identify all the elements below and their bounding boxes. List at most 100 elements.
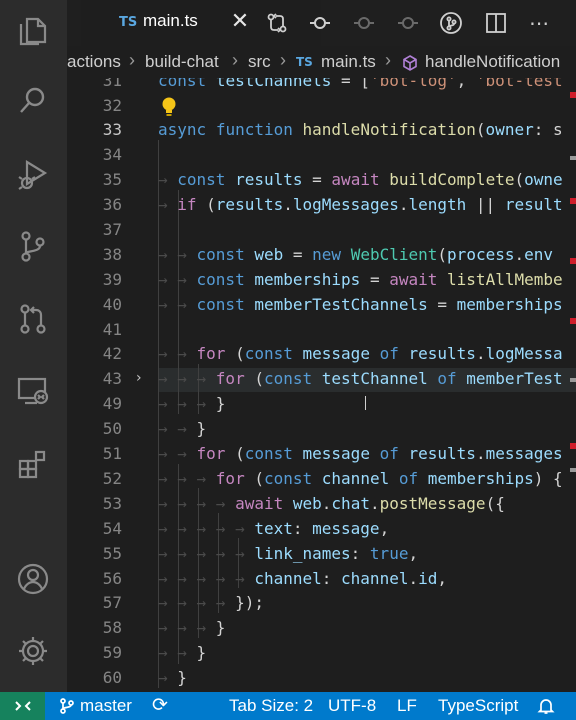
code-text: → → → → → channel: channel.id,: [158, 569, 448, 588]
code-editor[interactable]: 31 const testChannels = ['bot-log', 'bot…: [67, 78, 576, 692]
code-line: 33 async function handleNotification(own…: [67, 118, 576, 143]
line-number: 54: [102, 519, 122, 538]
code-line: 41: [67, 318, 576, 343]
line-number: 33: [102, 120, 122, 139]
line-number: 43: [102, 369, 122, 388]
line-number: 40: [102, 295, 122, 314]
compare-changes-icon[interactable]: [264, 10, 290, 36]
sync-icon[interactable]: ⟳: [152, 694, 168, 717]
code-line: 43 › → → → for (const testChannel of mem…: [67, 367, 576, 392]
scrollbar-error-marker: [570, 92, 576, 98]
editor-tab-bar: TS main.ts ✕ ⋯: [67, 0, 576, 46]
code-line: 42 → → for (const message of results.log…: [67, 342, 576, 367]
code-text: → → const web = new WebClient(process.en…: [158, 245, 554, 264]
code-line: 35 → const results = await buildComplete…: [67, 168, 576, 193]
line-number: 59: [102, 643, 122, 662]
more-actions-icon[interactable]: ⋯: [526, 10, 552, 36]
code-line: 50 → → }: [67, 417, 576, 442]
activity-bar: [0, 0, 67, 692]
run-debug-icon[interactable]: [12, 154, 54, 196]
accounts-icon[interactable]: [12, 558, 54, 600]
code-line: 32: [67, 94, 576, 119]
language-mode-indicator[interactable]: TypeScript: [438, 696, 518, 716]
tab-label: main.ts: [143, 11, 198, 30]
line-number: 36: [102, 195, 122, 214]
code-text: → }: [158, 668, 187, 687]
code-line: 59 → → }: [67, 641, 576, 666]
fold-expand-icon[interactable]: ›: [136, 370, 142, 386]
breadcrumb-item-file[interactable]: main.ts: [321, 52, 376, 72]
lightbulb-icon[interactable]: [159, 96, 179, 118]
tab-size-indicator[interactable]: Tab Size: 2: [229, 696, 313, 716]
breadcrumb-separator: ›: [280, 50, 286, 70]
line-number: 41: [102, 320, 122, 339]
breadcrumb-item-src[interactable]: src: [248, 52, 271, 72]
search-icon[interactable]: [12, 80, 54, 122]
code-text: → → → }: [158, 618, 226, 637]
split-editor-icon[interactable]: [483, 10, 509, 36]
code-text: → → }: [158, 643, 207, 662]
code-text: → const results = await buildComplete(ow…: [158, 170, 563, 189]
code-line: 31 const testChannels = ['bot-log', 'bot…: [67, 78, 576, 94]
settings-gear-icon[interactable]: [12, 630, 54, 672]
breadcrumb-separator: ›: [129, 50, 135, 70]
breadcrumb-item-actions[interactable]: actions: [67, 52, 121, 72]
code-text: → → const memberships = await listAllMem…: [158, 270, 563, 289]
code-text: → if (results.logMessages.length || resu…: [158, 195, 563, 214]
git-graph-icon[interactable]: [438, 10, 464, 36]
code-line: 36 → if (results.logMessages.length || r…: [67, 193, 576, 218]
scrollbar-error-marker: [570, 443, 576, 449]
code-text: → → → for (const channel of memberships)…: [158, 469, 563, 488]
code-text: → → → → → text: message,: [158, 519, 390, 538]
line-number: 39: [102, 270, 122, 289]
line-number: 51: [102, 444, 122, 463]
code-line: 60 → }: [67, 666, 576, 691]
scrollbar-error-marker: [570, 258, 576, 264]
pull-requests-icon[interactable]: [12, 298, 54, 340]
breadcrumb-item-build-chat[interactable]: build-chat: [145, 52, 219, 72]
close-tab-icon[interactable]: ✕: [227, 9, 253, 35]
remote-explorer-icon[interactable]: [12, 370, 54, 412]
line-number: 52: [102, 469, 122, 488]
code-line: 51 → → for (const message of results.mes…: [67, 442, 576, 467]
status-bar: master ⟳ Tab Size: 2 UTF-8 LF TypeScript: [0, 692, 576, 720]
code-text: → → }: [158, 419, 207, 438]
code-line: 40 → → const memberTestChannels = member…: [67, 293, 576, 318]
code-text: → → → }: [158, 394, 226, 413]
remote-icon: [14, 701, 31, 711]
git-commit-icon[interactable]: [307, 10, 333, 36]
line-number: 37: [102, 220, 122, 239]
code-text: → → → → → link_names: true,: [158, 544, 419, 563]
method-symbol-icon: [401, 54, 419, 72]
line-number: 50: [102, 419, 122, 438]
code-line: 52 → → → for (const channel of membershi…: [67, 467, 576, 492]
code-text: → → → for (const testChannel of memberTe…: [158, 369, 563, 388]
line-number: 49: [102, 394, 122, 413]
line-number: 32: [102, 96, 122, 115]
encoding-indicator[interactable]: UTF-8: [328, 696, 376, 716]
breadcrumb-item-symbol[interactable]: handleNotification: [425, 52, 560, 72]
code-text: async function handleNotification(owner:…: [158, 120, 563, 139]
line-number: 31: [102, 78, 122, 90]
code-text: const testChannels = ['bot-log', 'bot-te…: [158, 78, 563, 90]
line-number: 57: [102, 593, 122, 612]
eol-indicator[interactable]: LF: [397, 696, 417, 716]
scrollbar-marker: [570, 378, 576, 382]
code-line: 38 → → const web = new WebClient(process…: [67, 243, 576, 268]
branch-name[interactable]: master: [80, 696, 132, 716]
line-number: 34: [102, 145, 122, 164]
typescript-file-icon: TS: [296, 55, 313, 69]
scrollbar-marker: [570, 468, 576, 472]
remote-indicator[interactable]: [0, 692, 45, 720]
code-line: 58 → → → }: [67, 616, 576, 641]
notifications-bell-icon[interactable]: [537, 697, 555, 715]
previous-change-icon[interactable]: [351, 10, 377, 36]
code-text: → → → → });: [158, 593, 264, 612]
breadcrumb: actions › build-chat › src › TS main.ts …: [67, 46, 576, 78]
explorer-icon[interactable]: [12, 10, 54, 52]
breadcrumb-separator: ›: [232, 50, 238, 70]
next-change-icon[interactable]: [395, 10, 421, 36]
source-control-icon[interactable]: [12, 225, 54, 267]
extensions-icon[interactable]: [12, 443, 54, 485]
scrollbar-error-marker: [570, 198, 576, 204]
